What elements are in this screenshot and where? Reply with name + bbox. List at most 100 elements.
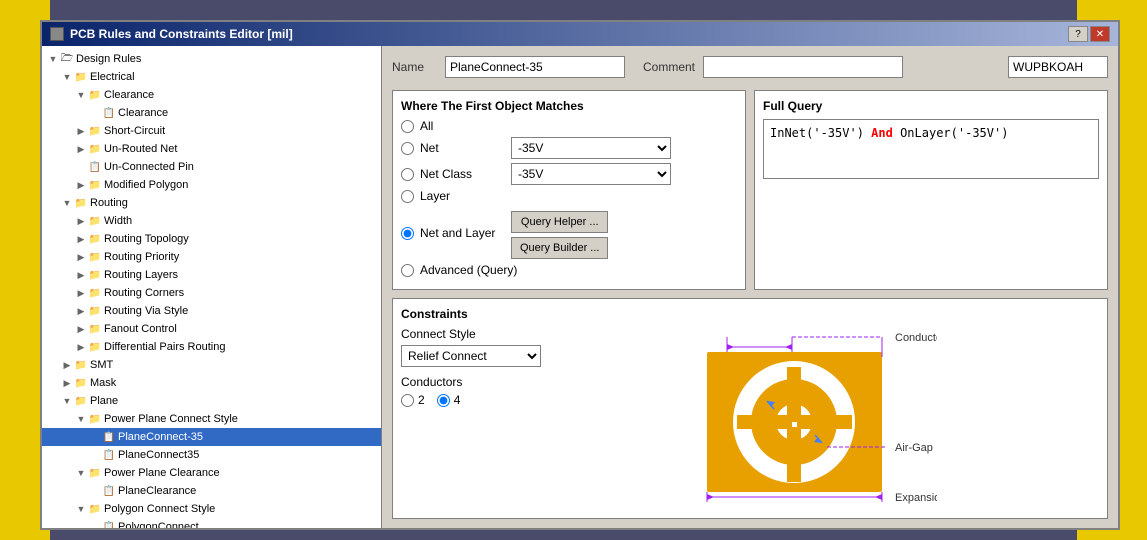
toggle-icon[interactable]: ▶ xyxy=(74,268,88,282)
connect-style-label: Connect Style xyxy=(401,327,601,341)
toggle-icon[interactable]: ▶ xyxy=(74,124,88,138)
tree-item-mask[interactable]: ▶ 📁 Mask xyxy=(42,374,381,392)
where-section: Where The First Object Matches All Net -… xyxy=(392,90,746,290)
spacer xyxy=(88,520,102,528)
toggle-icon[interactable]: ▶ xyxy=(74,322,88,336)
query-builder-button[interactable]: Query Builder ... xyxy=(511,237,608,259)
query-helper-button[interactable]: Query Helper ... xyxy=(511,211,608,233)
tree-item-un-connected-pin[interactable]: 📋 Un-Connected Pin xyxy=(42,158,381,176)
folder-icon: 📁 xyxy=(88,268,102,282)
spacer xyxy=(88,430,102,444)
tree-item-power-plane-clearance[interactable]: ▼ 📁 Power Plane Clearance xyxy=(42,464,381,482)
folder-icon: 🗁 xyxy=(60,52,74,66)
radio-conductor-4[interactable] xyxy=(437,394,450,407)
radio-advanced[interactable] xyxy=(401,264,414,277)
spacer xyxy=(88,448,102,462)
toggle-icon[interactable]: ▶ xyxy=(60,358,74,372)
radio-advanced-row: Advanced (Query) xyxy=(401,263,737,277)
toggle-icon[interactable]: ▼ xyxy=(74,88,88,102)
net-dropdown[interactable]: -35V xyxy=(511,137,671,159)
tree-item-smt[interactable]: ▶ 📁 SMT xyxy=(42,356,381,374)
toggle-icon[interactable]: ▼ xyxy=(46,52,60,66)
query-onlayer: OnLayer('-35V') xyxy=(893,126,1009,140)
tree-item-polygon-connect-style[interactable]: ▼ 📁 Polygon Connect Style xyxy=(42,500,381,518)
toggle-icon[interactable]: ▶ xyxy=(74,286,88,300)
radio-conductor-2[interactable] xyxy=(401,394,414,407)
tree-item-routing-corners[interactable]: ▶ 📁 Routing Corners xyxy=(42,284,381,302)
tree-item-polygonconnect[interactable]: 📋 PolygonConnect xyxy=(42,518,381,528)
radio-layer-row: Layer xyxy=(401,189,737,203)
tree-item-short-circuit[interactable]: ▶ 📁 Short-Circuit xyxy=(42,122,381,140)
tree-item-modified-polygon[interactable]: ▶ 📁 Modified Polygon xyxy=(42,176,381,194)
connect-style-dropdown[interactable]: Relief Connect Direct Connect No Connect xyxy=(401,345,541,367)
radio-net-row: Net -35V xyxy=(401,137,737,159)
conductor-2-label: 2 xyxy=(418,393,425,407)
radio-net[interactable] xyxy=(401,142,414,155)
toggle-icon[interactable]: ▶ xyxy=(74,340,88,354)
radio-netandlayer[interactable] xyxy=(401,227,414,240)
comment-input[interactable] xyxy=(703,56,903,78)
toggle-icon[interactable]: ▶ xyxy=(74,304,88,318)
title-buttons: ? ✕ xyxy=(1068,26,1110,42)
tree-item-planeconnect-35[interactable]: 📋 PlaneConnect-35 xyxy=(42,428,381,446)
window-title: PCB Rules and Constraints Editor [mil] xyxy=(70,27,293,41)
tree-item-electrical[interactable]: ▼ 📁 Electrical xyxy=(42,68,381,86)
folder-icon: 📁 xyxy=(88,232,102,246)
toggle-icon[interactable]: ▶ xyxy=(60,376,74,390)
rule-icon: 📋 xyxy=(88,160,102,174)
tree-item-routing-layers[interactable]: ▶ 📁 Routing Layers xyxy=(42,266,381,284)
tree-item-clearance[interactable]: 📋 Clearance xyxy=(42,104,381,122)
spacer xyxy=(88,484,102,498)
tree-item-un-routed-net[interactable]: ▶ 📁 Un-Routed Net xyxy=(42,140,381,158)
tree-item-routing[interactable]: ▼ 📁 Routing xyxy=(42,194,381,212)
tree-item-planeconnect35[interactable]: 📋 PlaneConnect35 xyxy=(42,446,381,464)
toggle-icon[interactable]: ▼ xyxy=(74,412,88,426)
toggle-icon[interactable]: ▼ xyxy=(74,502,88,516)
tree-item-clearance-group[interactable]: ▼ 📁 Clearance xyxy=(42,86,381,104)
name-row: Name Comment xyxy=(392,56,1108,78)
toggle-icon[interactable]: ▼ xyxy=(60,394,74,408)
toggle-icon[interactable]: ▼ xyxy=(74,466,88,480)
tree-item-power-plane-connect[interactable]: ▼ 📁 Power Plane Connect Style xyxy=(42,410,381,428)
folder-icon: 📁 xyxy=(88,214,102,228)
tree-item-routing-priority[interactable]: ▶ 📁 Routing Priority xyxy=(42,248,381,266)
tree-item-routing-topology[interactable]: ▶ 📁 Routing Topology xyxy=(42,230,381,248)
close-button[interactable]: ✕ xyxy=(1090,26,1110,42)
radio-netclass[interactable] xyxy=(401,168,414,181)
radio-all-label: All xyxy=(420,119,505,133)
tree-item-planeclearance[interactable]: 📋 PlaneClearance xyxy=(42,482,381,500)
toggle-icon[interactable]: ▶ xyxy=(74,178,88,192)
toggle-icon[interactable]: ▼ xyxy=(60,196,74,210)
folder-icon: 📁 xyxy=(88,250,102,264)
conductors-radio-group: 2 4 xyxy=(401,393,601,407)
code-input[interactable] xyxy=(1008,56,1108,78)
radio-layer[interactable] xyxy=(401,190,414,203)
conductors-label: Conductors xyxy=(401,375,601,389)
radio-all[interactable] xyxy=(401,120,414,133)
toggle-icon[interactable]: ▶ xyxy=(74,250,88,264)
tree-item-width[interactable]: ▶ 📁 Width xyxy=(42,212,381,230)
netclass-dropdown[interactable]: -35V xyxy=(511,163,671,185)
tree-item-diff-pairs[interactable]: ▶ 📁 Differential Pairs Routing xyxy=(42,338,381,356)
folder-icon: 📁 xyxy=(74,196,88,210)
radio-net-label: Net xyxy=(420,141,505,155)
tree-item-fanout-control[interactable]: ▶ 📁 Fanout Control xyxy=(42,320,381,338)
rule-icon: 📋 xyxy=(102,430,116,444)
conductor-4-option: 4 xyxy=(437,393,461,407)
folder-icon: 📁 xyxy=(74,394,88,408)
radio-netandlayer-row: Net and Layer Query Helper ... Query Bui… xyxy=(401,207,737,259)
folder-icon: 📁 xyxy=(88,142,102,156)
toggle-icon[interactable]: ▼ xyxy=(60,70,74,84)
radio-all-row: All xyxy=(401,119,737,133)
help-button[interactable]: ? xyxy=(1068,26,1088,42)
name-input[interactable] xyxy=(445,56,625,78)
toggle-icon[interactable]: ▶ xyxy=(74,214,88,228)
toggle-icon[interactable]: ▶ xyxy=(74,232,88,246)
toggle-icon[interactable]: ▶ xyxy=(74,142,88,156)
constraints-inner: Connect Style Relief Connect Direct Conn… xyxy=(401,327,1099,510)
radio-netclass-row: Net Class -35V xyxy=(401,163,737,185)
folder-icon: 📁 xyxy=(88,502,102,516)
tree-item-routing-via-style[interactable]: ▶ 📁 Routing Via Style xyxy=(42,302,381,320)
tree-item-design-rules[interactable]: ▼ 🗁 Design Rules xyxy=(42,50,381,68)
tree-item-plane[interactable]: ▼ 📁 Plane xyxy=(42,392,381,410)
